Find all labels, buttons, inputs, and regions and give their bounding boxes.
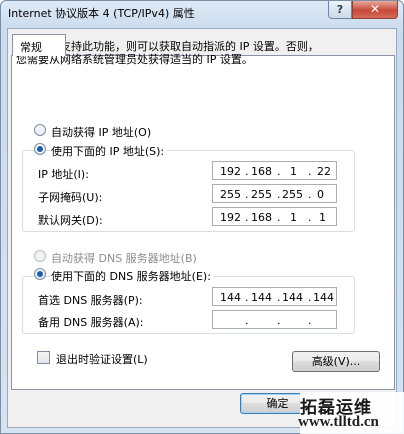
alternate-dns-label: 备用 DNS 服务器(A):: [38, 316, 144, 329]
subnet-mask-label: 子网掩码(U):: [38, 191, 103, 204]
title-bar[interactable]: Internet 协议版本 4 (TCP/IPv4) 属性 ? ✕: [1, 1, 403, 23]
tab-general[interactable]: 常规: [12, 34, 66, 56]
close-button[interactable]: ✕: [352, 1, 398, 19]
watermark-url: www.tlltd.cn: [298, 414, 379, 430]
ip-address-label: IP 地址(I):: [38, 168, 89, 181]
auto-ip-label: 自动获得 IP 地址(O): [51, 126, 152, 139]
default-gateway-field[interactable]: 192 . 168 . 1 . 1: [212, 207, 337, 226]
auto-ip-radio[interactable]: [34, 124, 46, 136]
preferred-dns-label: 首选 DNS 服务器(P):: [38, 294, 143, 307]
default-gateway-label: 默认网关(D):: [38, 214, 103, 227]
help-button[interactable]: ?: [328, 1, 352, 19]
window-title: Internet 协议版本 4 (TCP/IPv4) 属性: [8, 7, 195, 20]
description-line-1: 如果网络支持此功能，则可以获取自动指派的 IP 设置。否则，: [16, 40, 319, 53]
description-line-2: 您需要从网络系统管理员处获得适当的 IP 设置。: [16, 53, 253, 66]
advanced-button[interactable]: 高级(V)...: [292, 351, 380, 372]
alternate-dns-field[interactable]: . . .: [212, 310, 337, 329]
auto-dns-radio[interactable]: [34, 250, 46, 262]
subnet-mask-field[interactable]: 255 . 255 . 255 . 0: [212, 184, 337, 203]
ip-address-field[interactable]: 192 . 168 . 1 . 22: [212, 161, 337, 180]
description-text: 如果网络支持此功能，则可以获取自动指派的 IP 设置。否则， 您需要从网络系统管…: [16, 40, 356, 66]
manual-ip-radio[interactable]: [34, 143, 46, 155]
validate-on-exit-label: 退出时验证设置(L): [56, 353, 148, 366]
manual-dns-label: 使用下面的 DNS 服务器地址(E):: [51, 268, 214, 284]
auto-dns-label: 自动获得 DNS 服务器地址(B): [51, 252, 197, 265]
manual-dns-radio[interactable]: [34, 268, 46, 280]
preferred-dns-field[interactable]: 144 . 144 . 144 . 144: [212, 287, 337, 306]
validate-on-exit-checkbox[interactable]: [37, 351, 50, 364]
manual-ip-label: 使用下面的 IP 地址(S):: [51, 143, 168, 159]
